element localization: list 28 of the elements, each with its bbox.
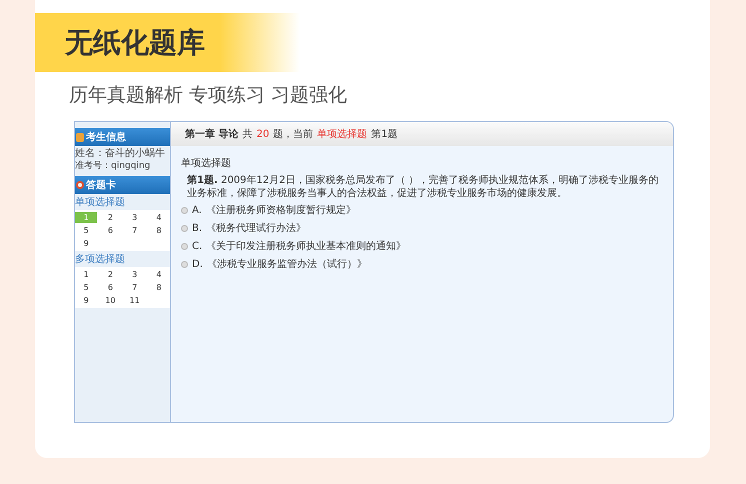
header-text: 题，当前 [273,128,314,142]
sidebar-title: 答题卡 [86,178,116,192]
header-text: 第一章 导论 [185,127,238,142]
question-type: 单项选择题 [181,156,232,171]
id-text: 准考号：qingqing [75,160,152,172]
header-text: 单项选择题 [317,128,368,142]
header-text: 第1题 [371,128,398,142]
name-text: 姓名：奋斗的小蜗牛 [75,148,166,160]
option-text: 《关于印发注册税务师执业基本准则的通知》 [206,240,406,254]
option-letter: A. [192,204,202,218]
radio-button[interactable] [181,207,188,214]
radio-button[interactable] [181,225,188,232]
header-text: 共 [242,128,252,142]
sidebar-title: 考生信息 [86,130,126,144]
banner-title: 无纸化题库 [65,24,205,60]
section-title: 单项选择题 [75,196,126,210]
option-letter: B. [192,222,202,236]
radio-button[interactable] [181,243,188,250]
option-text: 《注册税务师资格制度暂行规定》 [206,204,356,218]
header-text: 20 [256,128,270,142]
radio-button[interactable] [181,261,188,268]
option-letter: C. [192,240,202,254]
question-text: 第1题. 2009年12月2日，国家税务总局发布了（ ），完善了税务师执业规范体系，明确了涉税专业服务的业务标准，保障了涉税服务当事人的合法权益，促进了涉税专业服务市场的健康发展。 [186,174,660,200]
banner-subtitle: 历年真题解析 专项练习 习题强化 [69,86,348,105]
option-letter: D. [192,258,203,272]
option-text: 《税务代理试行办法》 [206,222,306,236]
section-title: 多项选择题 [75,253,126,267]
option-text: 《涉税专业服务监管办法（试行）》 [206,258,367,272]
